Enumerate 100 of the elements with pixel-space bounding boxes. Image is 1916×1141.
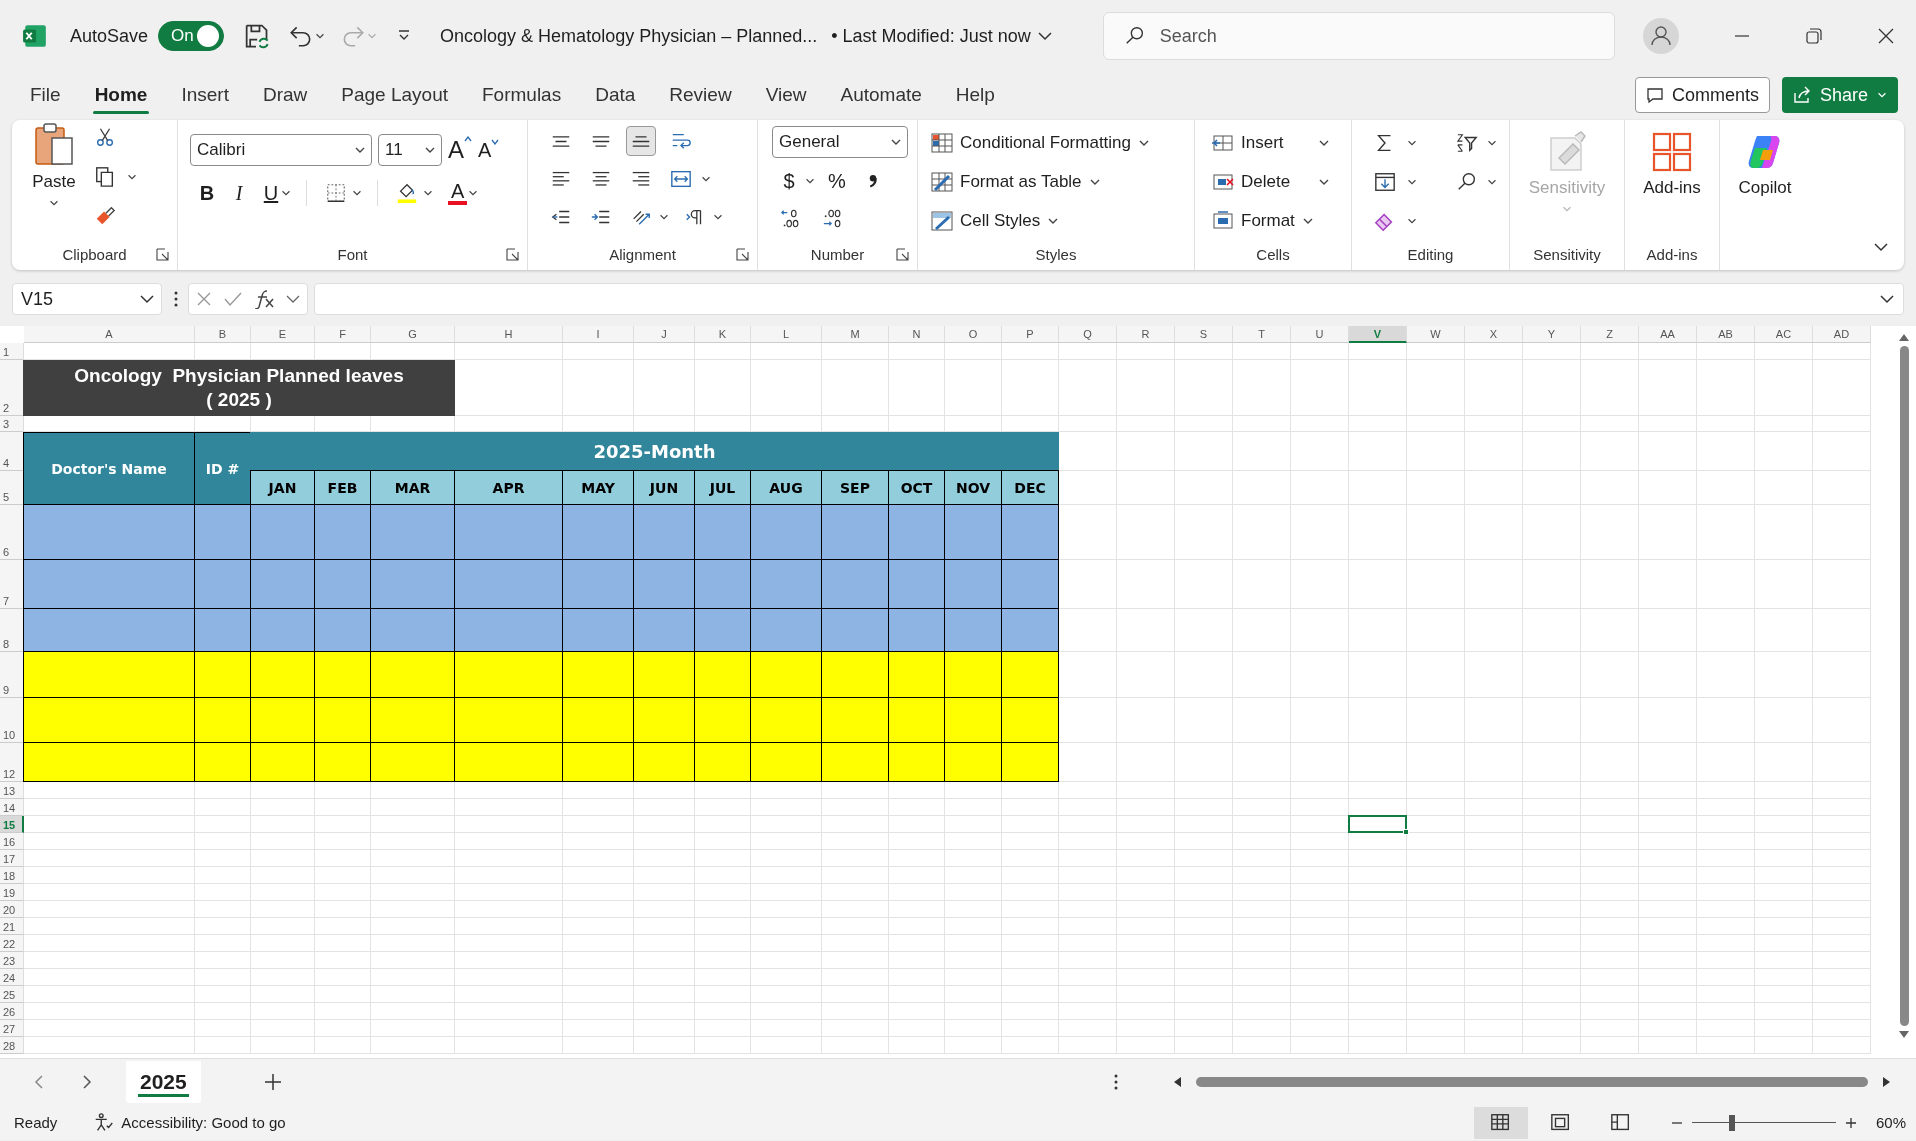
- previous-sheet-icon[interactable]: [32, 1074, 46, 1090]
- percent-button[interactable]: %: [828, 169, 846, 193]
- add-ins-button[interactable]: Add-ins: [1643, 130, 1701, 198]
- row-header[interactable]: 5: [0, 471, 24, 505]
- column-header[interactable]: Z: [1581, 326, 1639, 343]
- column-header[interactable]: O: [945, 326, 1002, 343]
- column-header[interactable]: Y: [1523, 326, 1581, 343]
- row-header[interactable]: 9: [0, 652, 24, 698]
- row-header[interactable]: 10: [0, 698, 24, 743]
- scroll-down-icon[interactable]: [1898, 1030, 1910, 1040]
- dialog-launcher-icon[interactable]: [156, 248, 169, 261]
- styles-menu-button[interactable]: Format as Table: [930, 167, 1194, 197]
- row-header[interactable]: 24: [0, 969, 24, 986]
- underline-button[interactable]: U: [262, 181, 280, 205]
- insert-function-icon[interactable]: [253, 289, 275, 309]
- column-header[interactable]: V: [1349, 326, 1407, 343]
- slider-thumb[interactable]: [1729, 1114, 1736, 1131]
- menu-tab[interactable]: Formulas: [470, 76, 574, 114]
- column-header[interactable]: AA: [1639, 326, 1697, 343]
- accessibility-icon[interactable]: [93, 1111, 116, 1134]
- styles-menu-button[interactable]: Cell Styles: [930, 206, 1194, 236]
- enter-icon[interactable]: [223, 290, 243, 308]
- avatar-icon[interactable]: [1642, 18, 1679, 54]
- zoom-level[interactable]: 60%: [1875, 1114, 1906, 1131]
- row-header[interactable]: 1: [0, 343, 24, 360]
- currency-button[interactable]: $: [780, 169, 798, 193]
- scrollbar-thumb[interactable]: [1196, 1077, 1868, 1087]
- column-header[interactable]: U: [1291, 326, 1349, 343]
- zoom-in-icon[interactable]: [1843, 1115, 1858, 1130]
- row-header[interactable]: 13: [0, 782, 24, 799]
- row-header[interactable]: 25: [0, 986, 24, 1003]
- column-header[interactable]: A: [24, 326, 195, 343]
- row-header[interactable]: 27: [0, 1020, 24, 1037]
- close-icon[interactable]: [1876, 27, 1895, 45]
- column-header[interactable]: G: [371, 326, 455, 343]
- number-format-dropdown[interactable]: General: [772, 126, 908, 158]
- paste-button[interactable]: Paste: [32, 120, 76, 210]
- row-header[interactable]: 7: [0, 560, 24, 609]
- cells-menu-button[interactable]: Delete: [1211, 167, 1331, 197]
- menu-tab[interactable]: Data: [583, 76, 648, 114]
- row-header[interactable]: 14: [0, 799, 24, 816]
- comments-button[interactable]: Comments: [1634, 77, 1770, 113]
- column-header[interactable]: AC: [1755, 326, 1813, 343]
- scroll-right-icon[interactable]: [1882, 1076, 1892, 1088]
- dialog-launcher-icon[interactable]: [736, 248, 749, 261]
- row-header[interactable]: 26: [0, 1003, 24, 1020]
- menu-tab[interactable]: Review: [657, 76, 744, 114]
- column-header[interactable]: W: [1407, 326, 1465, 343]
- row-header[interactable]: 23: [0, 952, 24, 969]
- styles-menu-button[interactable]: Conditional Formatting: [930, 128, 1194, 158]
- menu-tab[interactable]: Draw: [250, 76, 320, 114]
- row-header[interactable]: 2: [0, 360, 24, 416]
- scroll-up-icon[interactable]: [1898, 332, 1910, 342]
- column-header[interactable]: R: [1117, 326, 1175, 343]
- menu-tab[interactable]: Automate: [828, 76, 934, 114]
- column-header[interactable]: X: [1465, 326, 1523, 343]
- row-header[interactable]: 8: [0, 609, 24, 652]
- bold-button[interactable]: B: [198, 181, 216, 205]
- restore-icon[interactable]: [1804, 27, 1823, 45]
- column-header[interactable]: P: [1002, 326, 1059, 343]
- column-header[interactable]: E: [251, 326, 315, 343]
- vertical-align-button[interactable]: [626, 126, 656, 156]
- copilot-button[interactable]: Copilot: [1738, 130, 1792, 198]
- row-header[interactable]: 12: [0, 743, 24, 782]
- row-header[interactable]: 22: [0, 935, 24, 952]
- row-header[interactable]: 19: [0, 884, 24, 901]
- increase-font-button[interactable]: A: [448, 136, 472, 164]
- dialog-launcher-icon[interactable]: [506, 248, 519, 261]
- formula-input[interactable]: [314, 283, 1904, 315]
- cancel-icon[interactable]: [195, 290, 213, 308]
- cells-menu-button[interactable]: Insert: [1211, 128, 1331, 158]
- font-color-button[interactable]: A: [448, 181, 468, 205]
- column-header[interactable]: F: [315, 326, 371, 343]
- name-box[interactable]: V15: [12, 283, 162, 315]
- column-header[interactable]: Q: [1059, 326, 1117, 343]
- column-header[interactable]: AB: [1697, 326, 1755, 343]
- row-header[interactable]: 16: [0, 833, 24, 850]
- column-header[interactable]: B: [195, 326, 251, 343]
- italic-button[interactable]: I: [230, 181, 248, 205]
- cells-menu-button[interactable]: Format: [1211, 206, 1315, 236]
- scroll-left-icon[interactable]: [1172, 1076, 1182, 1088]
- column-header[interactable]: T: [1233, 326, 1291, 343]
- row-header[interactable]: 21: [0, 918, 24, 935]
- column-header[interactable]: J: [634, 326, 695, 343]
- column-header[interactable]: S: [1175, 326, 1233, 343]
- dialog-launcher-icon[interactable]: [896, 248, 909, 261]
- column-header[interactable]: M: [822, 326, 889, 343]
- more-options-icon[interactable]: [1112, 1073, 1119, 1091]
- font-size-dropdown[interactable]: 11: [378, 134, 442, 166]
- next-sheet-icon[interactable]: [80, 1074, 94, 1090]
- row-header[interactable]: 17: [0, 850, 24, 867]
- menu-tab[interactable]: Page Layout: [329, 76, 460, 114]
- row-header[interactable]: 18: [0, 867, 24, 884]
- scrollbar-thumb[interactable]: [1899, 346, 1909, 1026]
- row-header[interactable]: 6: [0, 505, 24, 560]
- column-header[interactable]: L: [751, 326, 822, 343]
- menu-tab[interactable]: View: [753, 76, 819, 114]
- sheet-tab[interactable]: 2025: [126, 1061, 201, 1103]
- more-options-icon[interactable]: [172, 290, 180, 308]
- column-header[interactable]: AD: [1813, 326, 1871, 343]
